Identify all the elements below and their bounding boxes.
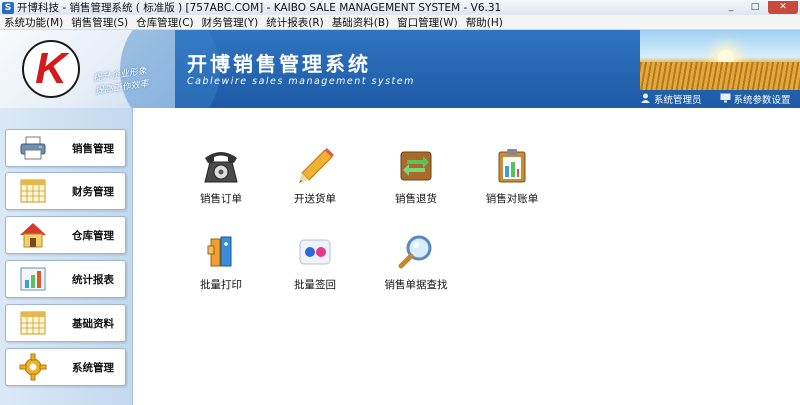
tile-label: 批量打印 — [200, 279, 242, 291]
binders-icon — [201, 232, 241, 272]
calendar-grid-icon — [18, 309, 48, 337]
pencil-icon — [295, 146, 335, 186]
clipboard-icon — [492, 146, 532, 186]
menu-sales[interactable]: 销售管理(S) — [67, 15, 132, 30]
system-subtitle: Cablewire sales management system — [187, 76, 415, 87]
telephone-icon — [201, 146, 241, 186]
main-panel: 销售订单 开送货单 销售退货 销售对账单 批量打印 批量签回 销售单据查找 — [134, 108, 800, 405]
sidebar-item-label: 统计报表 — [72, 273, 114, 286]
sidebar-item-label: 销售管理 — [72, 142, 114, 155]
bar-chart-icon — [18, 265, 48, 293]
monitor-icon — [720, 93, 731, 106]
logo-letter: K — [35, 44, 67, 93]
sidebar-item-system[interactable]: 系统管理 — [5, 348, 126, 386]
calendar-grid-icon — [18, 177, 48, 205]
menu-warehouse[interactable]: 仓库管理(C) — [132, 15, 198, 30]
menu-reports[interactable]: 统计报表(R) — [262, 15, 328, 30]
title-bar: S 开博科技 - 销售管理系统 ( 标准版 ) [757ABC.COM] - K… — [0, 0, 800, 15]
return-arrows-icon — [396, 146, 436, 186]
user-name: 系统管理员 — [654, 95, 702, 106]
system-title: 开博销售管理系统 — [187, 52, 371, 76]
wheat-graphic — [640, 62, 800, 90]
tile-label: 销售订单 — [200, 193, 242, 205]
user-link[interactable]: 系统管理员 — [640, 92, 702, 106]
tile-label: 批量签回 — [294, 279, 336, 291]
header-banner: K 提升企业形象 提高工作效率 开博销售管理系统 Cablewire sales… — [0, 30, 800, 108]
sidebar-item-label: 财务管理 — [72, 185, 114, 198]
menu-help[interactable]: 帮助(H) — [462, 15, 507, 30]
menu-system[interactable]: 系统功能(M) — [0, 15, 67, 30]
tile-label: 销售单据查找 — [384, 279, 448, 291]
magnifier-icon — [396, 232, 436, 272]
printer-icon — [18, 134, 48, 162]
tile-sales-order[interactable]: 销售订单 — [181, 146, 261, 216]
maximize-button[interactable]: □ — [744, 1, 766, 14]
tile-label: 开送货单 — [294, 193, 336, 205]
sidebar-item-sales[interactable]: 销售管理 — [5, 129, 126, 167]
menu-finance[interactable]: 财务管理(Y) — [198, 15, 263, 30]
menu-base-data[interactable]: 基础资料(B) — [328, 15, 393, 30]
menu-window[interactable]: 窗口管理(W) — [393, 15, 462, 30]
app-icon: S — [2, 1, 14, 14]
sidebar-item-reports[interactable]: 统计报表 — [5, 260, 126, 298]
user-icon — [640, 93, 651, 106]
sidebar-item-warehouse[interactable]: 仓库管理 — [5, 216, 126, 254]
close-button[interactable]: ✕ — [768, 1, 798, 14]
window-title: 开博科技 - 销售管理系统 ( 标准版 ) [757ABC.COM] - KAI… — [17, 2, 502, 14]
sidebar-item-label: 系统管理 — [72, 361, 114, 374]
window-controls: _ □ ✕ — [720, 1, 798, 14]
settings-link[interactable]: 系统参数设置 — [720, 92, 791, 106]
sidebar-item-label: 基础资料 — [72, 317, 114, 330]
tile-label: 销售对账单 — [485, 193, 539, 205]
tile-label: 销售退货 — [395, 193, 437, 205]
status-strip: 系统管理员 系统参数设置 — [620, 90, 800, 108]
tile-batch-print[interactable]: 批量打印 — [181, 232, 261, 302]
sidebar-item-finance[interactable]: 财务管理 — [5, 172, 126, 210]
dots-icon — [295, 232, 335, 272]
settings-label: 系统参数设置 — [733, 95, 791, 106]
menu-bar: 系统功能(M) 销售管理(S) 仓库管理(C) 财务管理(Y) 统计报表(R) … — [0, 15, 800, 30]
sidebar: 销售管理 财务管理 仓库管理 统计报表 基础资料 系统管理 — [0, 108, 133, 405]
tile-sales-statement[interactable]: 销售对账单 — [472, 146, 552, 216]
company-logo: K — [22, 40, 80, 98]
tile-batch-signback[interactable]: 批量签回 — [275, 232, 355, 302]
house-icon — [18, 221, 48, 249]
sidebar-item-base-data[interactable]: 基础资料 — [5, 304, 126, 342]
tile-document-search[interactable]: 销售单据查找 — [376, 232, 456, 302]
wheat-field-image — [640, 30, 800, 90]
tile-sales-return[interactable]: 销售退货 — [376, 146, 456, 216]
minimize-button[interactable]: _ — [720, 1, 742, 14]
tile-delivery-note[interactable]: 开送货单 — [275, 146, 355, 216]
sidebar-item-label: 仓库管理 — [72, 229, 114, 242]
gear-icon — [18, 353, 48, 381]
